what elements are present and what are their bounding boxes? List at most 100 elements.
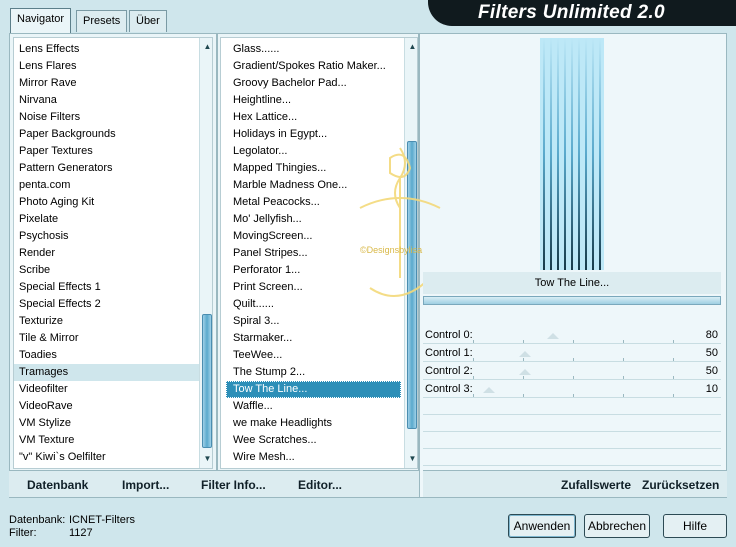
slider-tick bbox=[473, 394, 474, 397]
reset-button[interactable]: Zurücksetzen bbox=[642, 478, 719, 492]
filter-item[interactable]: The Stump 2... bbox=[226, 364, 401, 381]
filter-item[interactable]: Groovy Bachelor Pad... bbox=[226, 75, 401, 92]
slider-knob[interactable] bbox=[518, 351, 531, 357]
slider-knob[interactable] bbox=[547, 333, 560, 339]
category-item[interactable]: Nirvana bbox=[14, 92, 199, 109]
empty-control-row bbox=[423, 449, 721, 466]
category-item[interactable]: Lens Effects bbox=[14, 41, 199, 58]
category-item[interactable]: Lens Flares bbox=[14, 58, 199, 75]
category-item[interactable]: Psychosis bbox=[14, 228, 199, 245]
slider-tick bbox=[473, 376, 474, 379]
control-label: Control 2: bbox=[425, 365, 473, 377]
category-item[interactable]: Special Effects 2 bbox=[14, 296, 199, 313]
category-item[interactable]: Scribe bbox=[14, 262, 199, 279]
slider-knob[interactable] bbox=[482, 387, 495, 393]
preview-stripe bbox=[543, 38, 545, 270]
preview-stripe bbox=[557, 38, 559, 270]
control-row[interactable]: Control 3: 10 bbox=[423, 381, 721, 398]
filter-info-button[interactable]: Filter Info... bbox=[201, 478, 266, 492]
slider-tick bbox=[623, 394, 624, 397]
filter-item[interactable]: Heightline... bbox=[226, 92, 401, 109]
category-item[interactable]: Tile & Mirror bbox=[14, 330, 199, 347]
cancel-button[interactable]: Abbrechen bbox=[584, 514, 650, 538]
control-value: 50 bbox=[705, 347, 718, 359]
category-item[interactable]: VideoRave bbox=[14, 398, 199, 415]
slider-tick bbox=[623, 340, 624, 343]
randomize-button[interactable]: Zufallswerte bbox=[561, 478, 631, 492]
import-button[interactable]: Import... bbox=[122, 478, 169, 492]
preview-stripe bbox=[592, 38, 594, 270]
category-item[interactable]: VM Stylize bbox=[14, 415, 199, 432]
control-label: Control 0: bbox=[425, 329, 473, 341]
filter-item[interactable]: Woven Stuff... bbox=[226, 466, 401, 468]
control-row[interactable]: Control 1: 50 bbox=[423, 345, 721, 362]
slider-tick bbox=[473, 358, 474, 361]
chevron-up-icon[interactable]: ▲ bbox=[405, 40, 417, 54]
filter-item[interactable]: Gradient/Spokes Ratio Maker... bbox=[226, 58, 401, 75]
filter-item[interactable]: Glass...... bbox=[226, 41, 401, 58]
control-row[interactable]: Control 2: 50 bbox=[423, 363, 721, 380]
category-item[interactable]: "v" Kiwi`s Oelfilter bbox=[14, 449, 199, 466]
chevron-down-icon[interactable]: ▼ bbox=[405, 452, 417, 466]
scroll-thumb[interactable] bbox=[202, 314, 212, 448]
slider-tick bbox=[673, 340, 674, 343]
filter-preview: ©Designsbylisa bbox=[359, 38, 604, 297]
empty-control-row bbox=[423, 398, 721, 415]
slider-knob[interactable] bbox=[518, 369, 531, 375]
category-item[interactable]: Paper Textures bbox=[14, 143, 199, 160]
category-item[interactable]: Special Effects 1 bbox=[14, 279, 199, 296]
datenbank-button[interactable]: Datenbank bbox=[27, 478, 88, 492]
category-item[interactable]: penta.com bbox=[14, 177, 199, 194]
filter-item[interactable]: we make Headlights bbox=[226, 415, 401, 432]
help-button[interactable]: Hilfe bbox=[663, 514, 727, 538]
category-item[interactable]: Mirror Rave bbox=[14, 75, 199, 92]
filter-item[interactable]: Waffle... bbox=[226, 398, 401, 415]
filter-item[interactable]: Wee Scratches... bbox=[226, 432, 401, 449]
svg-text:©Designsbylisa: ©Designsbylisa bbox=[360, 245, 422, 255]
slider-tick bbox=[523, 358, 524, 361]
tab-navigator[interactable]: Navigator bbox=[10, 8, 72, 33]
category-item[interactable]: Paper Backgrounds bbox=[14, 126, 199, 143]
category-item[interactable]: Toadies bbox=[14, 347, 199, 364]
slider-tick bbox=[623, 376, 624, 379]
control-row[interactable]: Control 0: 80 bbox=[423, 327, 721, 344]
category-item[interactable]: Pattern Generators bbox=[14, 160, 199, 177]
category-item[interactable]: Render bbox=[14, 245, 199, 262]
chevron-down-icon[interactable]: ▼ bbox=[200, 452, 212, 466]
filter-item[interactable]: TeeWee... bbox=[226, 347, 401, 364]
right-bottom-bar: Zufallswerte Zurücksetzen bbox=[423, 470, 727, 497]
status-filter-label: Filter: bbox=[9, 527, 37, 539]
app-banner-title: Filters Unlimited 2.0 bbox=[428, 0, 736, 26]
category-item[interactable]: Photo Aging Kit bbox=[14, 194, 199, 211]
slider-tick bbox=[523, 394, 524, 397]
editor-button[interactable]: Editor... bbox=[298, 478, 342, 492]
chevron-up-icon[interactable]: ▲ bbox=[200, 40, 212, 54]
tab-ueber[interactable]: Über bbox=[129, 10, 167, 32]
tab-presets[interactable]: Presets bbox=[76, 10, 128, 32]
slider-tick bbox=[523, 376, 524, 379]
status-filter-value: 1127 bbox=[69, 527, 93, 539]
filter-item[interactable]: Hex Lattice... bbox=[226, 109, 401, 126]
category-panel: Lens Effects Lens Flares Mirror Rave Nirvan… bbox=[9, 33, 217, 498]
apply-button[interactable]: Anwenden bbox=[508, 514, 576, 538]
category-item[interactable]: Tramages bbox=[14, 364, 199, 381]
slider-tick bbox=[523, 340, 524, 343]
category-scrollbar[interactable]: ▲ ▼ bbox=[199, 38, 212, 468]
slider-tick bbox=[473, 340, 474, 343]
category-item[interactable]: Videofilter bbox=[14, 381, 199, 398]
slider-tick bbox=[673, 394, 674, 397]
filter-item[interactable]: Wire Mesh... bbox=[226, 449, 401, 466]
preview-stripe bbox=[550, 38, 552, 270]
category-item[interactable]: Pixelate bbox=[14, 211, 199, 228]
watermark-logo: ©Designsbylisa bbox=[359, 147, 441, 297]
category-item[interactable]: Texturize bbox=[14, 313, 199, 330]
slider-tick bbox=[573, 376, 574, 379]
status-datenbank-value: ICNET-Filters bbox=[69, 514, 135, 526]
preview-zoom-bar[interactable] bbox=[423, 296, 721, 305]
preview-stripe bbox=[599, 38, 601, 270]
filter-item[interactable]: Tow The Line... bbox=[226, 381, 401, 398]
category-item[interactable]: Noise Filters bbox=[14, 109, 199, 126]
preview-stripe bbox=[564, 38, 566, 270]
category-item[interactable]: VM Texture bbox=[14, 432, 199, 449]
category-list[interactable]: Lens Effects Lens Flares Mirror Rave Nirvan… bbox=[13, 37, 213, 469]
